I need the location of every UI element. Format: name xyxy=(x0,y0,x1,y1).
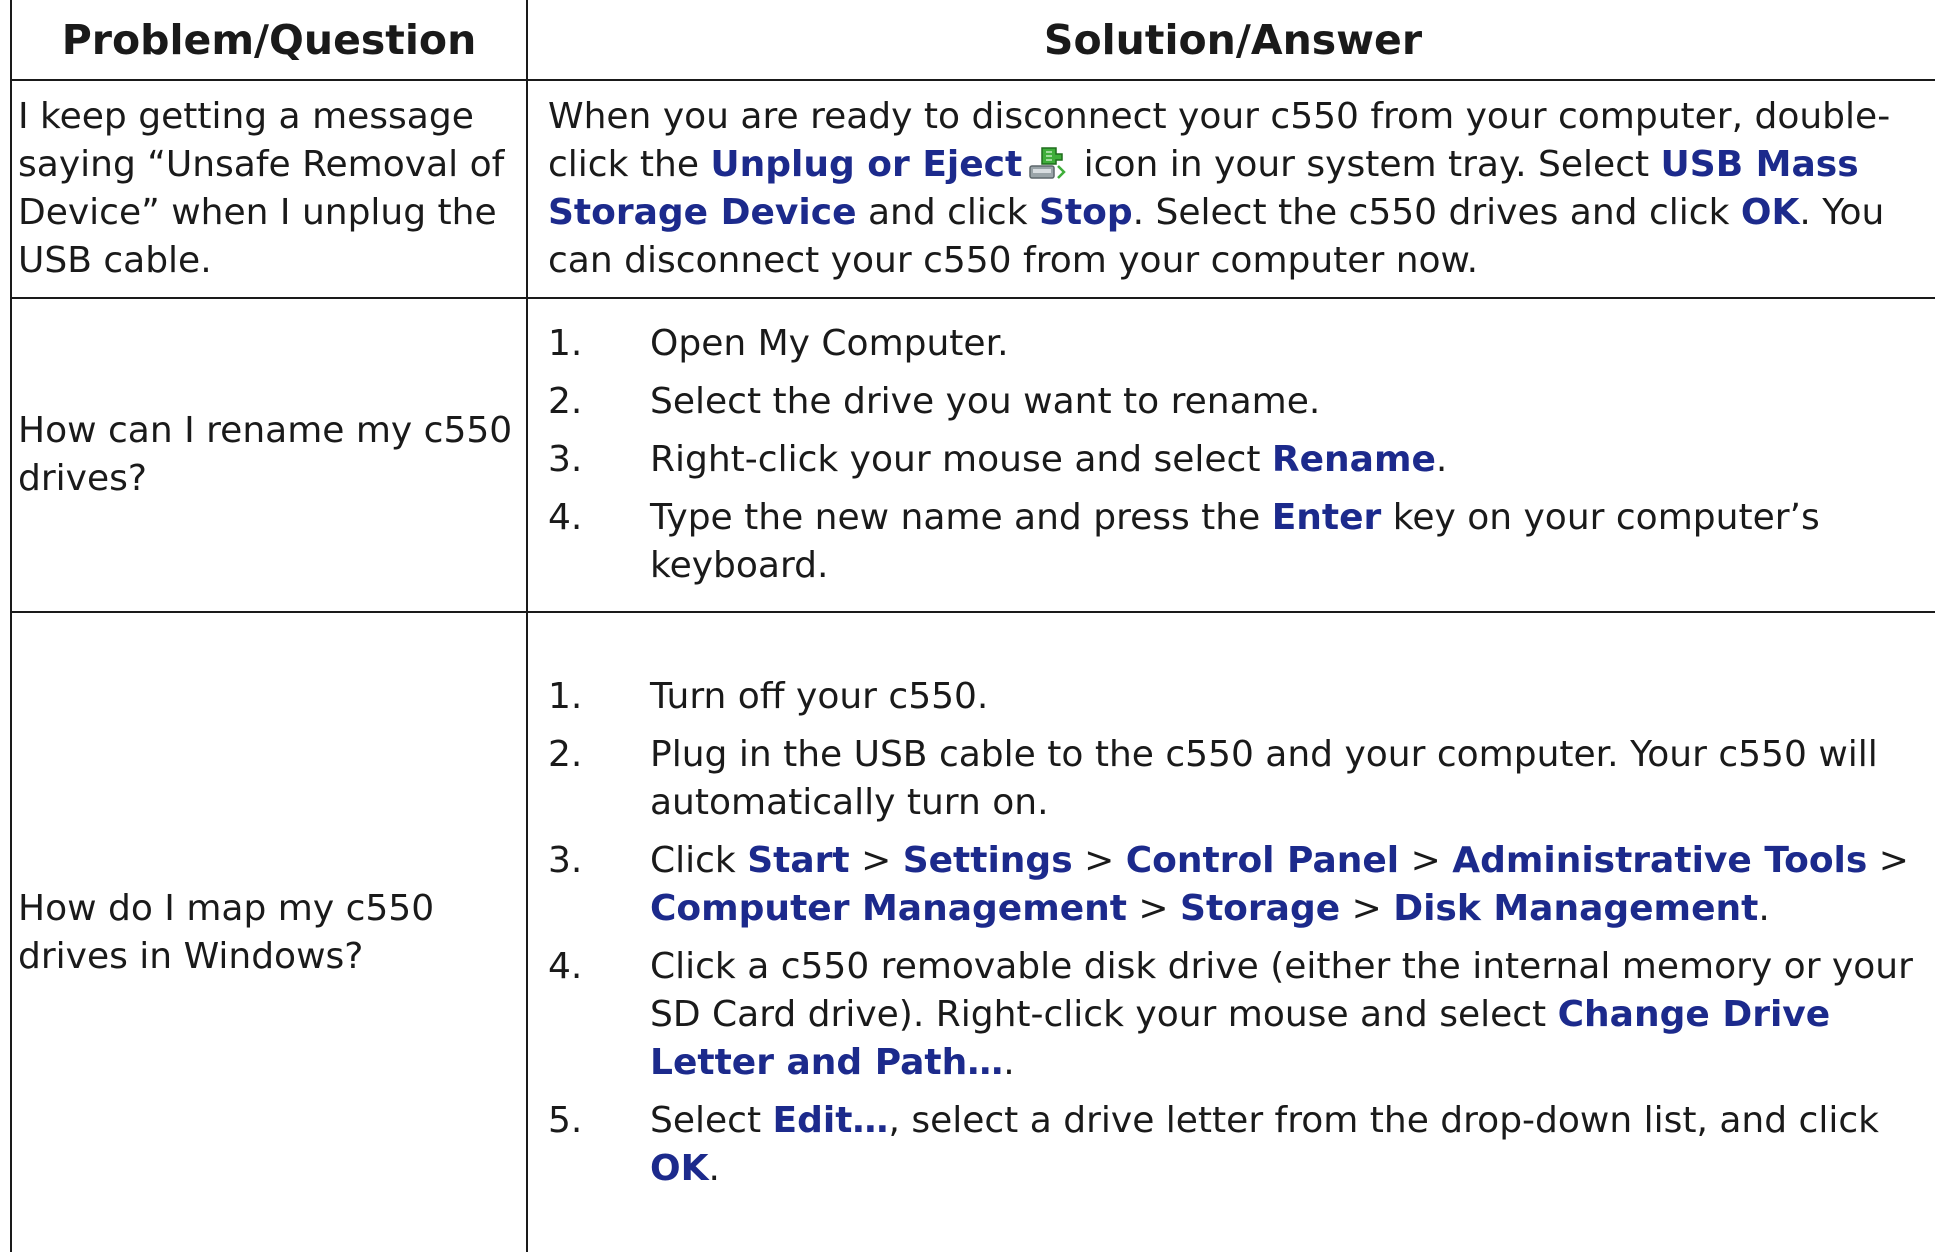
start-label: Start xyxy=(747,839,850,881)
list-item: 5. Select Edit…, select a drive letter fr… xyxy=(548,1097,1928,1193)
answer-cell: 1. Turn off your c550. 2. Plug in the USB … xyxy=(526,611,1935,1252)
step-number: 1. xyxy=(548,323,583,364)
step-number: 2. xyxy=(548,381,583,422)
disk-management-label: Disk Management xyxy=(1393,887,1759,929)
question-cell: I keep getting a message saying “Unsafe … xyxy=(10,79,528,299)
step-number: 4. xyxy=(548,945,583,987)
problem-question-header: Problem/Question xyxy=(10,0,528,81)
step-text: Turn off your c550. xyxy=(650,675,989,717)
edit-label: Edit… xyxy=(772,1099,889,1141)
list-item: 2. Plug in the USB cable to the c550 and … xyxy=(548,731,1928,827)
answer-cell: 1. Open My Computer. 2. Select the drive y… xyxy=(526,297,1935,613)
step-text-segment: . xyxy=(1758,887,1770,929)
computer-management-label: Computer Management xyxy=(650,887,1127,929)
ok-label: OK xyxy=(650,1147,709,1189)
question-cell: How do I map my c550 drives in Windows? xyxy=(10,611,528,1252)
ok-label: OK xyxy=(1740,192,1800,233)
list-item: 1. Open My Computer. xyxy=(548,320,1928,368)
answer-text-segment: and click xyxy=(856,192,1039,233)
step-text: Click Start > Settings > Control Panel >… xyxy=(650,837,1928,933)
list-item: 4. Click a c550 removable disk drive (eit… xyxy=(548,943,1928,1087)
question-text: How do I map my c550 drives in Windows? xyxy=(18,887,435,977)
step-text-segment: . xyxy=(708,1147,720,1189)
rename-label: Rename xyxy=(1271,439,1436,480)
answer-text: When you are ready to disconnect your c5… xyxy=(548,96,1890,281)
stop-label: Stop xyxy=(1039,192,1133,233)
settings-label: Settings xyxy=(902,839,1073,881)
separator: > xyxy=(1126,887,1181,929)
step-text-segment: . xyxy=(1003,1041,1015,1083)
step-text: Plug in the USB cable to the c550 and yo… xyxy=(650,733,1878,823)
step-number: 4. xyxy=(548,497,583,538)
table-row: I keep getting a message saying “Unsafe … xyxy=(10,79,1935,299)
separator: > xyxy=(1399,839,1453,881)
step-text: Select the drive you want to rename. xyxy=(650,381,1321,422)
step-text-segment: Select xyxy=(650,1099,773,1141)
question-cell: How can I rename my c550 drives? xyxy=(10,297,528,613)
answer-text-segment: icon in your system tray. Select xyxy=(1072,144,1661,185)
step-text-segment: . xyxy=(1435,439,1448,480)
step-text-segment: Type the new name and press the xyxy=(650,497,1272,538)
control-panel-label: Control Panel xyxy=(1125,839,1400,881)
table-row: How can I rename my c550 drives? 1. Open … xyxy=(10,297,1935,613)
step-text: Click a c550 removable disk drive (eithe… xyxy=(650,943,1928,1087)
separator: > xyxy=(849,839,903,881)
answer-text-segment: . Select the c550 drives and click xyxy=(1132,192,1741,233)
list-item: 3. Click Start > Settings > Control Panel… xyxy=(548,837,1928,933)
step-text: Right-click your mouse and select Rename… xyxy=(650,436,1928,484)
solution-answer-header: Solution/Answer xyxy=(526,0,1935,81)
unplug-eject-label: Unplug or Eject xyxy=(710,144,1023,185)
storage-label: Storage xyxy=(1180,887,1341,929)
question-text: I keep getting a message saying “Unsafe … xyxy=(18,96,505,281)
table-row: How do I map my c550 drives in Windows? … xyxy=(10,611,1935,1252)
list-item: 2. Select the drive you want to rename. xyxy=(548,378,1928,426)
step-number: 5. xyxy=(548,1099,583,1141)
step-text-segment: , select a drive letter from the drop-do… xyxy=(888,1099,1879,1141)
step-number: 1. xyxy=(548,675,583,717)
administrative-tools-label: Administrative Tools xyxy=(1452,839,1868,881)
step-number: 3. xyxy=(548,439,583,480)
answer-cell: When you are ready to disconnect your c5… xyxy=(526,79,1935,299)
steps-list: 1. Turn off your c550. 2. Plug in the USB … xyxy=(548,673,1928,1193)
list-item: 1. Turn off your c550. xyxy=(548,673,1928,721)
step-text: Select Edit…, select a drive letter from… xyxy=(650,1097,1928,1193)
faq-table: Problem/Question Solution/Answer I keep … xyxy=(10,0,1935,1252)
steps-list: 1. Open My Computer. 2. Select the drive y… xyxy=(548,320,1928,590)
step-text: Type the new name and press the Enter ke… xyxy=(650,494,1928,590)
step-number: 3. xyxy=(548,839,583,881)
separator: > xyxy=(1072,839,1126,881)
enter-label: Enter xyxy=(1271,497,1382,538)
header-row: Problem/Question Solution/Answer xyxy=(10,0,1935,81)
unplug-eject-icon xyxy=(1029,147,1067,179)
step-number: 2. xyxy=(548,733,583,775)
list-item: 3. Right-click your mouse and select Rena… xyxy=(548,436,1928,484)
step-text-segment: Click xyxy=(650,839,748,881)
step-text: Open My Computer. xyxy=(650,323,1009,364)
question-text: How can I rename my c550 drives? xyxy=(18,410,513,499)
list-item: 4. Type the new name and press the Enter … xyxy=(548,494,1928,590)
separator: > xyxy=(1340,887,1394,929)
step-text-segment: Right-click your mouse and select xyxy=(650,439,1272,480)
separator: > xyxy=(1867,839,1909,881)
